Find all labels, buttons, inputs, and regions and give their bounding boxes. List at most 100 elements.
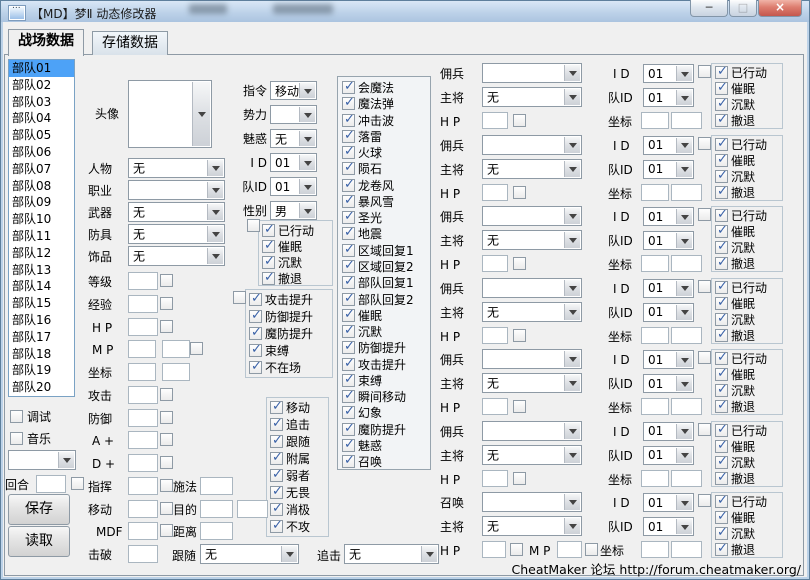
merc-status-checkbox[interactable] (715, 170, 728, 183)
merc-status-checkbox[interactable] (715, 543, 728, 556)
leader-combo[interactable]: 无 (482, 230, 582, 250)
pursue-combo[interactable]: 无 (344, 544, 439, 564)
status-group-toggle-checkbox[interactable] (698, 65, 711, 78)
chevron-down-icon[interactable] (676, 162, 692, 177)
skill-checkbox[interactable] (342, 146, 355, 159)
defense-checkbox[interactable] (160, 411, 173, 424)
skill-checkbox[interactable] (342, 211, 355, 224)
hp-checkbox[interactable] (513, 329, 526, 342)
hp-checkbox[interactable] (513, 400, 526, 413)
skill-checkbox[interactable] (342, 374, 355, 387)
extra-field-1[interactable] (200, 522, 233, 540)
chevron-down-icon[interactable] (676, 66, 692, 81)
merc-status-checkbox[interactable] (715, 384, 728, 397)
merc-status-checkbox[interactable] (715, 352, 728, 365)
chevron-down-icon[interactable] (299, 83, 315, 98)
extra-field-1[interactable] (200, 477, 233, 495)
merc-status-checkbox[interactable] (715, 186, 728, 199)
team-id-combo[interactable]: 01 (643, 303, 694, 322)
team-id-combo[interactable]: 01 (270, 177, 317, 196)
ai-item-checkbox[interactable] (270, 469, 283, 482)
id-combo[interactable]: 01 (643, 207, 694, 226)
merc-combo[interactable] (482, 349, 582, 369)
chevron-down-icon[interactable] (421, 546, 437, 562)
coord-field-2[interactable] (162, 363, 190, 381)
skill-checkbox[interactable] (342, 81, 355, 94)
skill-checkbox[interactable] (342, 276, 355, 289)
troop-list-item[interactable]: 部队07 (9, 161, 74, 178)
chevron-down-icon[interactable] (58, 452, 74, 468)
skill-checkbox[interactable] (342, 439, 355, 452)
status-group-toggle-checkbox[interactable] (698, 494, 711, 507)
merc-status-checkbox[interactable] (715, 98, 728, 111)
ai-item-checkbox[interactable] (270, 452, 283, 465)
charm-combo[interactable]: 无 (270, 129, 317, 148)
merc-status-checkbox[interactable] (715, 138, 728, 151)
chevron-down-icon[interactable] (299, 179, 315, 194)
chevron-down-icon[interactable] (676, 281, 692, 296)
armor-combo[interactable]: 无 (128, 224, 225, 244)
close-button[interactable]: × (758, 0, 802, 17)
skill-checkbox[interactable] (342, 114, 355, 127)
command-combo[interactable]: 移动 (270, 81, 317, 100)
chevron-down-icon[interactable] (564, 232, 580, 248)
merc-status-checkbox[interactable] (715, 368, 728, 381)
chevron-down-icon[interactable] (207, 248, 223, 264)
status-group-toggle-checkbox[interactable] (698, 423, 711, 436)
weapon-combo[interactable]: 无 (128, 202, 225, 222)
round-checkbox[interactable] (71, 477, 84, 490)
id-combo[interactable]: 01 (643, 279, 694, 298)
buff-item-checkbox[interactable] (249, 344, 262, 357)
skill-checkbox[interactable] (342, 358, 355, 371)
leader-combo[interactable]: 无 (482, 159, 582, 179)
hp-checkbox[interactable] (160, 320, 173, 333)
coord-field-x[interactable] (641, 470, 669, 487)
skill-checkbox[interactable] (342, 195, 355, 208)
attack-checkbox[interactable] (160, 388, 173, 401)
coord-field-x[interactable] (641, 541, 669, 558)
chevron-down-icon[interactable] (299, 107, 315, 122)
extra-field-2[interactable] (237, 500, 268, 518)
status-group-toggle-checkbox[interactable] (698, 208, 711, 221)
ai-item-checkbox[interactable] (270, 486, 283, 499)
hp-field[interactable] (482, 398, 508, 415)
summon-combo[interactable] (482, 492, 582, 512)
merc-status-checkbox[interactable] (715, 154, 728, 167)
chevron-down-icon[interactable] (299, 203, 315, 218)
skill-checkbox[interactable] (342, 341, 355, 354)
d-plus-field[interactable] (128, 454, 158, 472)
merc-combo[interactable] (482, 135, 582, 155)
merc-combo[interactable] (482, 206, 582, 226)
coord-field-x[interactable] (641, 398, 669, 415)
mp-field[interactable] (557, 541, 582, 558)
ai-item-checkbox[interactable] (270, 520, 283, 533)
exp-checkbox[interactable] (160, 297, 173, 310)
merc-status-checkbox[interactable] (715, 329, 728, 342)
command-checkbox[interactable] (160, 479, 173, 492)
hp-field[interactable] (482, 327, 508, 344)
troop-list-item[interactable]: 部队10 (9, 211, 74, 228)
id-combo[interactable]: 01 (643, 422, 694, 441)
id-combo[interactable]: 01 (270, 153, 317, 172)
chevron-down-icon[interactable] (564, 375, 580, 391)
chevron-down-icon[interactable] (564, 304, 580, 320)
extra-field-1[interactable] (200, 500, 233, 518)
merc-combo[interactable] (482, 421, 582, 441)
chevron-down-icon[interactable] (207, 204, 223, 220)
load-button[interactable]: 读取 (8, 526, 70, 557)
ai-item-checkbox[interactable] (270, 418, 283, 431)
team-id-combo[interactable]: 01 (643, 446, 694, 465)
chevron-down-icon[interactable] (564, 89, 580, 105)
d-plus-checkbox[interactable] (160, 456, 173, 469)
troop-list-item[interactable]: 部队03 (9, 94, 74, 111)
merc-status-checkbox[interactable] (715, 82, 728, 95)
buff-item-checkbox[interactable] (249, 293, 262, 306)
chevron-down-icon[interactable] (676, 495, 692, 510)
troop-list-item[interactable]: 部队16 (9, 312, 74, 329)
chevron-down-icon[interactable] (676, 519, 692, 534)
coord-field-y[interactable] (671, 327, 702, 344)
buff-item-checkbox[interactable] (249, 327, 262, 340)
skill-checkbox[interactable] (342, 179, 355, 192)
chevron-down-icon[interactable] (676, 305, 692, 320)
chevron-down-icon[interactable] (281, 546, 297, 562)
